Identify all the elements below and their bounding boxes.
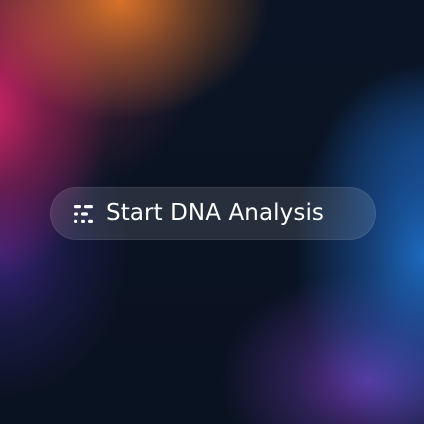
dna-icon xyxy=(73,203,95,225)
button-label: Start DNA Analysis xyxy=(106,200,325,226)
start-dna-analysis-button[interactable]: Start DNA Analysis xyxy=(50,187,376,240)
